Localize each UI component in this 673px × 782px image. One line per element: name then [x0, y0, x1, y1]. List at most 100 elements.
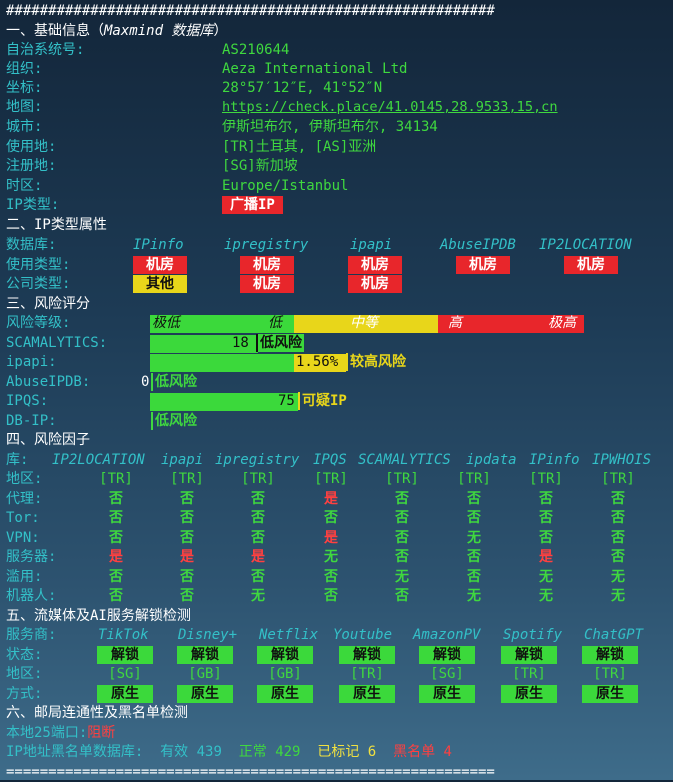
- factor-label: 机器人:: [6, 588, 57, 604]
- city-label: 城市:: [6, 119, 43, 135]
- db-ipinfo: IPinfo: [133, 237, 184, 253]
- usage-place-value: [TR]土耳其, [AS]亚洲: [222, 139, 377, 155]
- factor-cell: [TR]: [170, 471, 204, 487]
- factor-cell: 无: [611, 588, 625, 604]
- iptype-wrap: 广播IP: [222, 196, 283, 215]
- service-status-badge: 解锁: [582, 646, 638, 664]
- service-status-badge: 解锁: [257, 646, 313, 664]
- db-ipregistry: ipregistry: [224, 237, 309, 253]
- abuseipdb-label: AbuseIPDB:: [6, 374, 91, 390]
- factor-cell: 无: [324, 549, 338, 565]
- service-region: [GB]: [268, 666, 302, 682]
- section1-header: 一、基础信息（Maxmind 数据库）: [6, 22, 227, 41]
- factor-cell: [TR]: [385, 471, 419, 487]
- factor-cell: 否: [539, 491, 553, 507]
- ipapi-bar-green: [150, 354, 294, 372]
- factor-cell: 无: [251, 588, 265, 604]
- service-status-badge: 解锁: [419, 646, 475, 664]
- factor-cell: 否: [251, 510, 265, 526]
- factor-label: 代理:: [6, 491, 43, 507]
- factor-label: 滥用:: [6, 569, 43, 585]
- region-label: 地区:: [6, 666, 43, 682]
- level-low: 低: [268, 315, 282, 331]
- service-region: [SG]: [430, 666, 464, 682]
- service-method-badge: 原生: [97, 685, 153, 703]
- factor-cell: 否: [611, 491, 625, 507]
- service-name: Netflix: [259, 627, 319, 643]
- timezone-label: 时区:: [6, 178, 43, 194]
- lib-ipinfo: IPinfo: [529, 452, 580, 468]
- company-ipregistry: 机房: [240, 275, 294, 293]
- factor-cell: 否: [324, 588, 338, 604]
- factor-cell: 否: [611, 510, 625, 526]
- factor-cell: [TR]: [529, 471, 563, 487]
- service-name: ChatGPT: [584, 627, 644, 643]
- service-method-badge: 原生: [177, 685, 233, 703]
- company-ipinfo: 其他: [133, 275, 187, 293]
- factor-cell: [TR]: [601, 471, 635, 487]
- ipqs-text-wrap: 可疑IP: [298, 392, 349, 411]
- city-value: 伊斯坦布尔, 伊斯坦布尔, 34134: [222, 119, 438, 135]
- factor-label: Tor:: [6, 510, 40, 526]
- port25-row: 本地25端口:阻断: [6, 724, 115, 743]
- reg-place-label: 注册地:: [6, 158, 57, 174]
- section1-title: 一、基础信息（: [6, 23, 104, 39]
- blacklist-label: IP地址黑名单数据库:: [6, 744, 144, 760]
- factor-cell: 是: [324, 530, 338, 546]
- db-ip2location: IP2LOCATION: [539, 237, 632, 253]
- factor-cell: [TR]: [314, 471, 348, 487]
- valid-label: 有效: [160, 744, 189, 760]
- factor-cell: [TR]: [99, 471, 133, 487]
- ipapi-score: 1.56%: [296, 354, 339, 370]
- factor-cell: 否: [109, 510, 123, 526]
- factor-cell: 否: [324, 569, 338, 585]
- section1-title-db: Maxmind 数据库: [104, 23, 214, 39]
- factor-label: VPN:: [6, 530, 40, 546]
- abuseipdb-text: 低风险: [151, 373, 199, 391]
- factor-cell: 否: [395, 530, 409, 546]
- usage-ip2location: 机房: [564, 256, 618, 274]
- service-region: [SG]: [108, 666, 142, 682]
- lib-ip2location: IP2LOCATION: [52, 452, 145, 468]
- factor-cell: 否: [180, 588, 194, 604]
- scamalytics-text-wrap: 低风险: [256, 334, 304, 353]
- factor-cell: 否: [109, 491, 123, 507]
- port25-label: 本地25端口:: [6, 725, 88, 741]
- factor-cell: 否: [180, 530, 194, 546]
- factor-cell: 否: [251, 569, 265, 585]
- reg-place-value: [SG]新加坡: [222, 158, 298, 174]
- asn-value: AS210644: [222, 42, 290, 58]
- iptype-label: IP类型:: [6, 197, 60, 213]
- service-method-badge: 原生: [501, 685, 557, 703]
- factor-cell: 否: [180, 510, 194, 526]
- coord-label: 坐标:: [6, 80, 43, 96]
- factor-cell: 否: [395, 510, 409, 526]
- factor-cell: 否: [395, 588, 409, 604]
- lib-ipwhois: IPWHOIS: [592, 452, 652, 468]
- valid-value: 439: [196, 744, 222, 760]
- scamalytics-label: SCAMALYTICS:: [6, 335, 108, 351]
- scamalytics-score: 18: [232, 335, 249, 351]
- factor-cell: 是: [109, 549, 123, 565]
- blacklist-row: IP地址黑名单数据库: 有效 439 正常 429 已标记 6 黑名单 4: [6, 743, 452, 762]
- ipapi-text: 较高风险: [346, 353, 408, 371]
- level-very-high: 极高: [548, 315, 576, 331]
- dbip-text-wrap: 低风险: [151, 412, 199, 431]
- factor-cell: [TR]: [241, 471, 275, 487]
- factor-cell: 否: [611, 549, 625, 565]
- service-status-badge: 解锁: [97, 646, 153, 664]
- company-ipapi: 机房: [348, 275, 402, 293]
- factor-cell: 否: [467, 569, 481, 585]
- factor-cell: 无: [539, 588, 553, 604]
- section5-title: 五、流媒体及AI服务解锁检测: [6, 608, 191, 624]
- service-method-badge: 原生: [339, 685, 395, 703]
- factor-cell: 否: [539, 510, 553, 526]
- factor-cell: 否: [180, 569, 194, 585]
- usage-type-label: 使用类型:: [6, 257, 71, 273]
- factor-cell: 是: [251, 549, 265, 565]
- factor-label: 服务器:: [6, 549, 57, 565]
- level-high: 高: [448, 315, 462, 331]
- black-value: 4: [443, 744, 452, 760]
- map-link[interactable]: https://check.place/41.0145,28.9533,15,c…: [222, 98, 558, 117]
- separator-top: ########################################…: [6, 3, 495, 19]
